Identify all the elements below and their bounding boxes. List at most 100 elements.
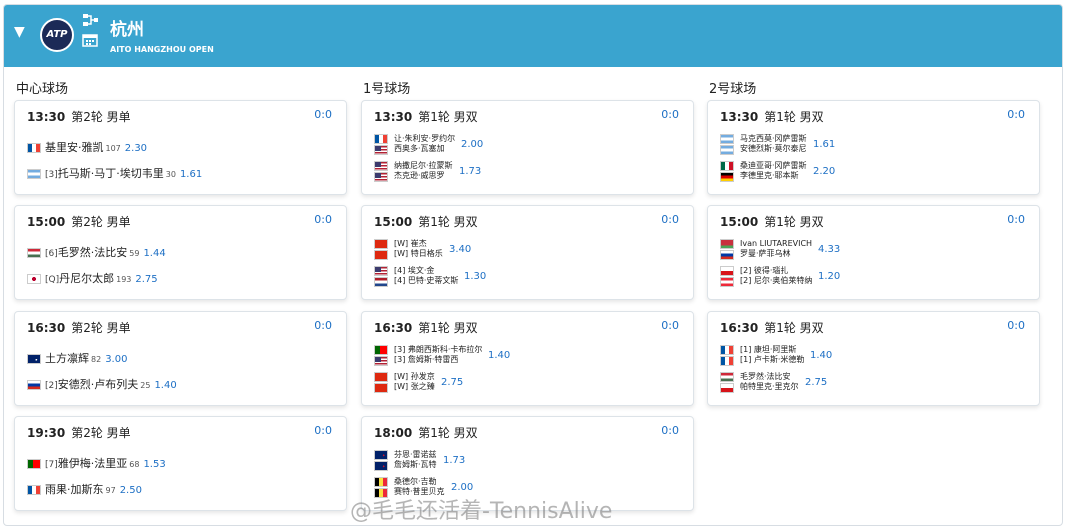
team-player-name[interactable]: Ivan LIUTAREVICH — [740, 239, 812, 249]
team-player-name[interactable]: 毛罗然·法比安 — [740, 372, 799, 382]
match-score[interactable]: 0:0 — [314, 108, 332, 121]
match-score[interactable]: 0:0 — [314, 319, 332, 332]
player-row[interactable]: [3]托马斯·马丁·埃切韦里 30 1.61 — [27, 165, 202, 181]
team-odds[interactable]: 1.40 — [810, 350, 832, 361]
team-row[interactable]: [1] 康坦·阿里斯 [1] 卢卡斯·米德勒 1.40 — [720, 345, 1020, 367]
match-card[interactable]: 13:30 第1轮 男双 0:0 让·朱利安·罗约尔 西奥多·瓦塞加 2.00 纳撒尼尔·拉… — [361, 100, 694, 195]
team-player-name[interactable]: 桑迪亚哥·冈萨雷斯 — [740, 161, 807, 171]
match-card[interactable]: 13:30 第1轮 男双 0:0 马克西莫·冈萨雷斯 安德烈斯·莫尔泰尼 1.61 桑迪亚哥… — [707, 100, 1040, 195]
team-row[interactable]: 芬恩·雷诺兹 詹姆斯·瓦特 1.73 — [374, 450, 674, 472]
match-score[interactable]: 0:0 — [1007, 319, 1025, 332]
team-player-name[interactable]: 桑德尔·吉勒 — [394, 477, 445, 487]
player-name[interactable]: 雨果·加斯东 — [45, 483, 104, 496]
player-row[interactable]: [6]毛罗然·法比安 59 1.44 — [27, 244, 166, 260]
match-score[interactable]: 0:0 — [661, 108, 679, 121]
player-odds[interactable]: 2.50 — [120, 485, 142, 496]
match-card[interactable]: 16:30 第2轮 男单 0:0 土方凛辉 82 3.00 [2]安德烈·卢布列夫 25 1.4… — [14, 311, 347, 406]
team-odds[interactable]: 1.20 — [818, 271, 840, 282]
team-odds[interactable]: 2.75 — [441, 377, 463, 388]
team-player-name[interactable]: 李德里克·耶本斯 — [740, 171, 807, 181]
collapse-toggle-icon[interactable]: ▼ — [14, 25, 28, 39]
match-score[interactable]: 0:0 — [1007, 213, 1025, 226]
player-odds[interactable]: 1.40 — [154, 380, 176, 391]
team-player-name[interactable]: [1] 卢卡斯·米德勒 — [740, 355, 804, 365]
team-player-name[interactable]: [2] 尼尔·奥伯莱特纳 — [740, 276, 812, 286]
player-name[interactable]: 托马斯·马丁·埃切韦里 — [58, 167, 164, 180]
player-odds[interactable]: 2.30 — [125, 143, 147, 154]
team-player-name[interactable]: [4] 巴特·史蒂文斯 — [394, 276, 458, 286]
player-odds[interactable]: 1.53 — [143, 459, 165, 470]
team-player-name[interactable]: 西奥多·瓦塞加 — [394, 144, 455, 154]
player-name[interactable]: 雅伊梅·法里亚 — [58, 457, 128, 470]
player-odds[interactable]: 3.00 — [105, 354, 127, 365]
team-odds[interactable]: 2.20 — [813, 166, 835, 177]
match-score[interactable]: 0:0 — [314, 213, 332, 226]
team-row[interactable]: [3] 弗朗西斯科·卡布拉尔 [3] 詹姆斯·特雷西 1.40 — [374, 345, 674, 367]
team-odds[interactable]: 1.30 — [464, 271, 486, 282]
player-row[interactable]: [2]安德烈·卢布列夫 25 1.40 — [27, 376, 177, 392]
team-odds[interactable]: 2.00 — [461, 139, 483, 150]
tournament-title[interactable]: 杭州 — [110, 15, 144, 40]
player-row[interactable]: [Q]丹尼尔太郎 193 2.75 — [27, 270, 158, 286]
match-card[interactable]: 16:30 第1轮 男双 0:0 [1] 康坦·阿里斯 [1] 卢卡斯·米德勒 1.40 毛… — [707, 311, 1040, 406]
team-player-name[interactable]: [W] 崔杰 — [394, 239, 443, 249]
team-odds[interactable]: 4.33 — [818, 244, 840, 255]
team-odds[interactable]: 1.73 — [459, 166, 481, 177]
team-odds[interactable]: 1.61 — [813, 139, 835, 150]
player-name[interactable]: 安德烈·卢布列夫 — [58, 378, 139, 391]
player-odds[interactable]: 2.75 — [135, 274, 157, 285]
match-card[interactable]: 15:00 第2轮 男单 0:0 [6]毛罗然·法比安 59 1.44 [Q]丹尼尔太郎 19… — [14, 205, 347, 300]
team-player-name[interactable]: 安德烈斯·莫尔泰尼 — [740, 144, 807, 154]
team-player-name[interactable]: 芬恩·雷诺兹 — [394, 450, 437, 460]
team-player-name[interactable]: 罗曼·萨菲乌林 — [740, 249, 812, 259]
team-odds[interactable]: 1.40 — [488, 350, 510, 361]
team-row[interactable]: 桑迪亚哥·冈萨雷斯 李德里克·耶本斯 2.20 — [720, 161, 1020, 183]
calendar-icon[interactable] — [82, 33, 98, 47]
match-score[interactable]: 0:0 — [661, 424, 679, 437]
team-player-name[interactable]: 纳撒尼尔·拉蒙斯 — [394, 161, 453, 171]
team-row[interactable]: 纳撒尼尔·拉蒙斯 杰克逊·威思罗 1.73 — [374, 161, 674, 183]
team-player-name[interactable]: [1] 康坦·阿里斯 — [740, 345, 804, 355]
player-name[interactable]: 毛罗然·法比安 — [58, 246, 128, 259]
team-player-name[interactable]: [3] 弗朗西斯科·卡布拉尔 — [394, 345, 482, 355]
team-player-name[interactable]: 帕特里克·里克尔 — [740, 382, 799, 392]
team-row[interactable]: [W] 孙发京 [W] 张之臻 2.75 — [374, 372, 674, 394]
player-row[interactable]: 基里安·雅凯 107 2.30 — [27, 139, 147, 155]
team-odds[interactable]: 2.00 — [451, 482, 473, 493]
match-card[interactable]: 13:30 第2轮 男单 0:0 基里安·雅凯 107 2.30 [3]托马斯·马丁·埃切韦… — [14, 100, 347, 195]
team-row[interactable]: [W] 崔杰 [W] 特日格乐 3.40 — [374, 239, 674, 261]
match-card[interactable]: 19:30 第2轮 男单 0:0 [7]雅伊梅·法里亚 68 1.53 雨果·加斯东 97 2.… — [14, 416, 347, 511]
team-odds[interactable]: 2.75 — [805, 377, 827, 388]
draw-bracket-icon[interactable] — [82, 13, 98, 27]
team-player-name[interactable]: [W] 孙发京 — [394, 372, 435, 382]
team-row[interactable]: [2] 彼得·瑙扎 [2] 尼尔·奥伯莱特纳 1.20 — [720, 266, 1020, 288]
team-player-name[interactable]: 马克西莫·冈萨雷斯 — [740, 134, 807, 144]
player-name[interactable]: 土方凛辉 — [45, 352, 89, 365]
player-odds[interactable]: 1.61 — [180, 169, 202, 180]
player-row[interactable]: 土方凛辉 82 3.00 — [27, 350, 127, 366]
team-player-name[interactable]: 詹姆斯·瓦特 — [394, 460, 437, 470]
team-player-name[interactable]: 让·朱利安·罗约尔 — [394, 134, 455, 144]
team-player-name[interactable]: [W] 特日格乐 — [394, 249, 443, 259]
match-score[interactable]: 0:0 — [661, 213, 679, 226]
match-score[interactable]: 0:0 — [314, 424, 332, 437]
player-row[interactable]: [7]雅伊梅·法里亚 68 1.53 — [27, 455, 166, 471]
team-row[interactable]: 让·朱利安·罗约尔 西奥多·瓦塞加 2.00 — [374, 134, 674, 156]
player-name[interactable]: 基里安·雅凯 — [45, 141, 104, 154]
player-row[interactable]: 雨果·加斯东 97 2.50 — [27, 481, 142, 497]
team-row[interactable]: 马克西莫·冈萨雷斯 安德烈斯·莫尔泰尼 1.61 — [720, 134, 1020, 156]
team-row[interactable]: 毛罗然·法比安 帕特里克·里克尔 2.75 — [720, 372, 1020, 394]
match-card[interactable]: 15:00 第1轮 男双 0:0 [W] 崔杰 [W] 特日格乐 3.40 [4] 埃文·金… — [361, 205, 694, 300]
match-score[interactable]: 0:0 — [1007, 108, 1025, 121]
match-score[interactable]: 0:0 — [661, 319, 679, 332]
team-player-name[interactable]: [2] 彼得·瑙扎 — [740, 266, 812, 276]
team-row[interactable]: [4] 埃文·金 [4] 巴特·史蒂文斯 1.30 — [374, 266, 674, 288]
player-name[interactable]: 丹尼尔太郎 — [59, 272, 114, 285]
team-player-name[interactable]: 杰克逊·威思罗 — [394, 171, 453, 181]
match-card[interactable]: 15:00 第1轮 男双 0:0 Ivan LIUTAREVICH 罗曼·萨菲乌林 4.3… — [707, 205, 1040, 300]
team-player-name[interactable]: [4] 埃文·金 — [394, 266, 458, 276]
team-odds[interactable]: 1.73 — [443, 455, 465, 466]
team-odds[interactable]: 3.40 — [449, 244, 471, 255]
team-player-name[interactable]: [3] 詹姆斯·特雷西 — [394, 355, 482, 365]
player-odds[interactable]: 1.44 — [143, 248, 165, 259]
